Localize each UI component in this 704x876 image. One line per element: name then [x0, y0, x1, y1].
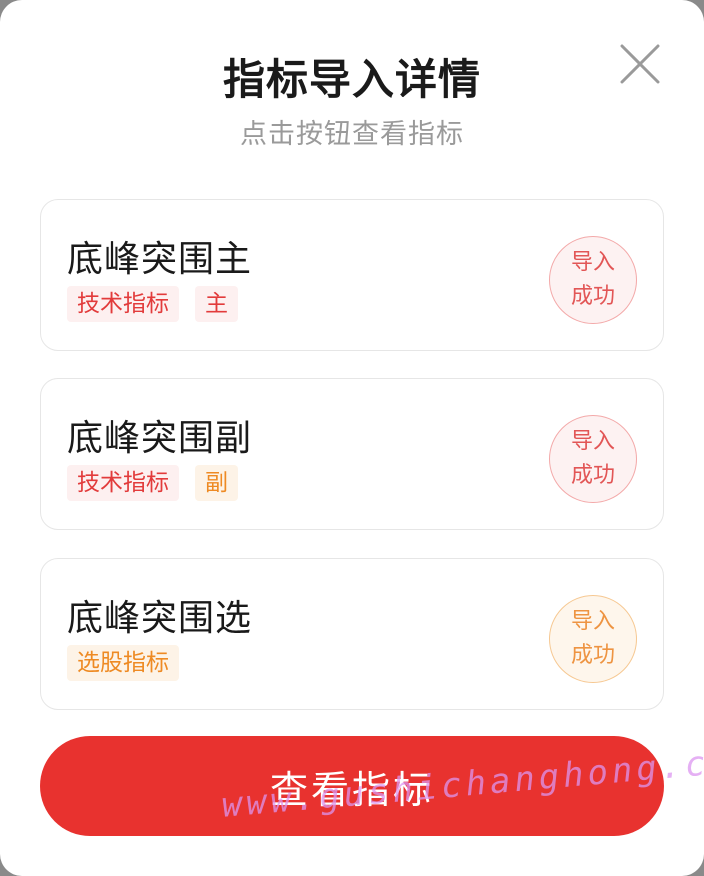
import-success-stamp: 导入 成功 [549, 595, 637, 683]
role-tag: 副 [195, 465, 238, 501]
indicator-import-dialog: 指标导入详情 点击按钮查看指标 底峰突围主 技术指标 主 导入 成功 底峰突围副… [0, 0, 704, 876]
stamp-line-2: 成功 [570, 643, 615, 668]
stamp-line-1: 导入 [570, 250, 615, 275]
import-success-stamp: 导入 成功 [549, 415, 637, 503]
indicator-card: 底峰突围副 技术指标 副 导入 成功 [40, 378, 664, 530]
indicator-card: 底峰突围主 技术指标 主 导入 成功 [40, 199, 664, 351]
tag-list: 技术指标 主 [67, 286, 238, 322]
dialog-subtitle: 点击按钮查看指标 [240, 119, 464, 150]
import-success-stamp: 导入 成功 [549, 236, 637, 324]
type-tag: 选股指标 [67, 645, 179, 681]
close-icon[interactable] [620, 44, 660, 84]
type-tag: 技术指标 [67, 465, 179, 501]
view-indicators-button[interactable]: 查看指标 [40, 736, 664, 836]
indicator-card: 底峰突围选 选股指标 导入 成功 [40, 558, 664, 710]
stamp-line-2: 成功 [570, 284, 615, 309]
stamp-line-1: 导入 [570, 609, 615, 634]
indicator-name: 底峰突围副 [67, 418, 253, 459]
role-tag: 主 [195, 286, 238, 322]
tag-list: 选股指标 [67, 645, 179, 681]
dialog-title: 指标导入详情 [222, 55, 481, 104]
tag-list: 技术指标 副 [67, 465, 238, 501]
stamp-line-1: 导入 [570, 429, 615, 454]
indicator-name: 底峰突围选 [67, 598, 253, 639]
stamp-line-2: 成功 [570, 463, 615, 488]
indicator-name: 底峰突围主 [67, 239, 253, 280]
type-tag: 技术指标 [67, 286, 179, 322]
